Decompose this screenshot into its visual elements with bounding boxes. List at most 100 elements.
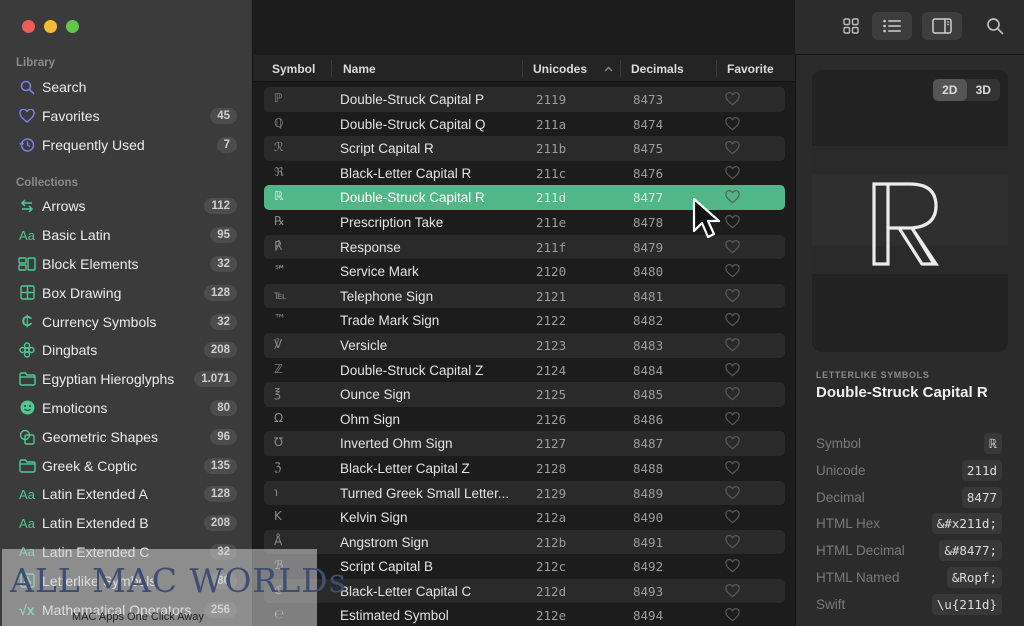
table-row[interactable]: Ω Ohm Sign 2126 8486: [264, 407, 785, 432]
count-badge: 45: [210, 108, 237, 125]
table-row[interactable]: ℮Estimated Symbol212e8494: [264, 603, 785, 626]
favorite-heart-icon[interactable]: [725, 190, 740, 204]
property-key: HTML Decimal: [816, 543, 905, 559]
sidebar-item-block-elements[interactable]: Block Elements 32: [0, 250, 253, 279]
column-header-decimals[interactable]: Decimals: [631, 62, 684, 76]
column-divider[interactable]: [331, 60, 332, 77]
column-divider[interactable]: [522, 60, 523, 77]
grid-view-button[interactable]: [831, 12, 871, 40]
sidebar: Library Search Favorites 45 Frequently Used…: [0, 0, 253, 626]
column-header-symbol[interactable]: Symbol: [272, 62, 315, 76]
table-row[interactable]: ℠ Service Mark 2120 8480: [264, 259, 785, 284]
symbol-cell: ℙ: [274, 91, 283, 105]
symbol-cell: ℛ: [274, 140, 284, 155]
column-divider[interactable]: [716, 60, 717, 77]
symbol-cell: K: [274, 509, 282, 524]
table-row[interactable]: ™ Trade Mark Sign 2122 8482: [264, 308, 785, 333]
table-row[interactable]: ℣ Versicle 2123 8483: [264, 332, 785, 358]
favorite-heart-icon[interactable]: [725, 534, 740, 549]
property-key: Symbol: [816, 436, 862, 451]
favorite-heart-icon[interactable]: [725, 116, 740, 131]
favorite-heart-icon[interactable]: [725, 92, 740, 106]
property-value[interactable]: &Ropf;: [946, 566, 1002, 588]
favorite-heart-icon[interactable]: [725, 510, 740, 524]
sidebar-item-geometric-shapes[interactable]: Geometric Shapes 96: [0, 422, 253, 451]
favorite-heart-icon[interactable]: [725, 165, 740, 180]
favorite-heart-icon[interactable]: [725, 608, 740, 622]
unicode-cell: 212d: [536, 583, 567, 599]
name-cell: Ohm Sign: [340, 411, 401, 427]
sidebar-item-label: Search: [42, 79, 87, 96]
symbol-cell: Å: [274, 533, 283, 548]
inspector-toggle-button[interactable]: [922, 12, 962, 40]
favorite-heart-icon[interactable]: [725, 288, 740, 303]
property-value[interactable]: \u{211d}: [931, 593, 1002, 615]
sidebar-item-latin-extended-b[interactable]: Aa Latin Extended B 208: [0, 509, 253, 538]
sidebar-item-emoticons[interactable]: Emoticons 80: [0, 394, 253, 423]
sidebar-item-arrows[interactable]: Arrows 112: [0, 192, 253, 221]
column-header-favorite[interactable]: Favorite: [727, 62, 774, 76]
favorite-heart-icon[interactable]: [725, 214, 740, 229]
sidebar-item-favorites[interactable]: Favorites 45: [0, 102, 253, 131]
favorite-heart-icon[interactable]: [725, 141, 740, 155]
table-row[interactable]: ℤ Double-Struck Capital Z 2124 8484: [264, 358, 785, 383]
table-row[interactable]: Å Angstrom Sign 212b 8491: [264, 529, 785, 555]
favorite-heart-icon[interactable]: [725, 239, 740, 254]
sidebar-item-currency-symbols[interactable]: ₵ Currency Symbols 32: [0, 307, 253, 336]
table-row[interactable]: K Kelvin Sign 212a 8490: [264, 505, 785, 530]
flower-icon: [18, 341, 36, 359]
sidebar-item-search[interactable]: Search: [0, 73, 253, 102]
favorite-heart-icon[interactable]: [725, 583, 740, 598]
column-header-name[interactable]: Name: [343, 62, 376, 76]
favorite-heart-icon[interactable]: [725, 313, 740, 327]
table-row[interactable]: ℛ Script Capital R 211b 8475: [264, 136, 785, 161]
favorite-heart-icon[interactable]: [725, 559, 740, 573]
decimal-cell: 8490: [633, 510, 664, 526]
property-value[interactable]: 211d: [961, 459, 1002, 481]
favorite-heart-icon[interactable]: [725, 387, 740, 401]
sidebar-item-greek-coptic[interactable]: Greek & Coptic 135: [0, 451, 253, 480]
minimize-window-button[interactable]: [44, 20, 57, 33]
table-row[interactable]: ℩ Turned Greek Small Letter... 2129 8489: [264, 480, 785, 506]
sidebar-item-label: Frequently Used: [42, 136, 145, 153]
table-row[interactable]: ℡ Telephone Sign 2121 8481: [264, 283, 785, 309]
name-cell: Telephone Sign: [340, 288, 434, 304]
sidebar-item-frequently-used[interactable]: Frequently Used 7: [0, 131, 253, 160]
property-value[interactable]: &#x211d;: [931, 513, 1002, 535]
count-badge: 112: [204, 198, 237, 215]
favorite-heart-icon[interactable]: [725, 436, 740, 450]
table-row[interactable]: ℥ Ounce Sign 2125 8485: [264, 382, 785, 407]
column-header-unicodes[interactable]: Unicodes: [533, 62, 587, 76]
sidebar-item-box-drawing[interactable]: Box Drawing 128: [0, 278, 253, 307]
name-cell: Script Capital R: [340, 141, 434, 157]
sidebar-item-basic-latin[interactable]: Aa Basic Latin 95: [0, 221, 253, 250]
view-mode-3d[interactable]: 3D: [967, 79, 1001, 101]
favorite-heart-icon[interactable]: [725, 337, 740, 352]
symbol-cell: ℜ: [274, 164, 284, 179]
unicode-cell: 2123: [536, 337, 567, 353]
table-row[interactable]: ℜ Black-Letter Capital R 211c 8476: [264, 161, 785, 186]
sidebar-item-egyptian-hieroglyphs[interactable]: Egyptian Hieroglyphs 1.071: [0, 365, 253, 394]
favorite-heart-icon[interactable]: [725, 264, 740, 278]
property-value[interactable]: ℝ: [984, 433, 1002, 454]
sidebar-item-dingbats[interactable]: Dingbats 208: [0, 336, 253, 365]
sidebar-item-latin-extended-a[interactable]: Aa Latin Extended A 128: [0, 480, 253, 509]
list-view-button[interactable]: [872, 12, 912, 40]
favorite-heart-icon[interactable]: [725, 362, 740, 377]
favorite-heart-icon[interactable]: [725, 411, 740, 426]
search-button[interactable]: [975, 12, 1015, 40]
zoom-window-button[interactable]: [66, 20, 79, 33]
close-window-button[interactable]: [22, 20, 35, 33]
column-divider[interactable]: [620, 60, 621, 77]
property-value[interactable]: 8477: [961, 486, 1002, 508]
decimal-cell: 8475: [633, 141, 664, 157]
sort-ascending-icon[interactable]: [604, 66, 613, 72]
favorite-heart-icon[interactable]: [725, 460, 740, 475]
property-value[interactable]: &#8477;: [939, 540, 1002, 562]
table-row[interactable]: ℚ Double-Struck Capital Q 211a 8474: [264, 112, 785, 137]
table-row[interactable]: ℧ Inverted Ohm Sign 2127 8487: [264, 431, 785, 456]
table-row[interactable]: ℨ Black-Letter Capital Z 2128 8488: [264, 456, 785, 481]
table-row[interactable]: ℙ Double-Struck Capital P 2119 8473: [264, 87, 785, 112]
view-mode-2d[interactable]: 2D: [933, 79, 967, 101]
favorite-heart-icon[interactable]: [725, 485, 740, 500]
